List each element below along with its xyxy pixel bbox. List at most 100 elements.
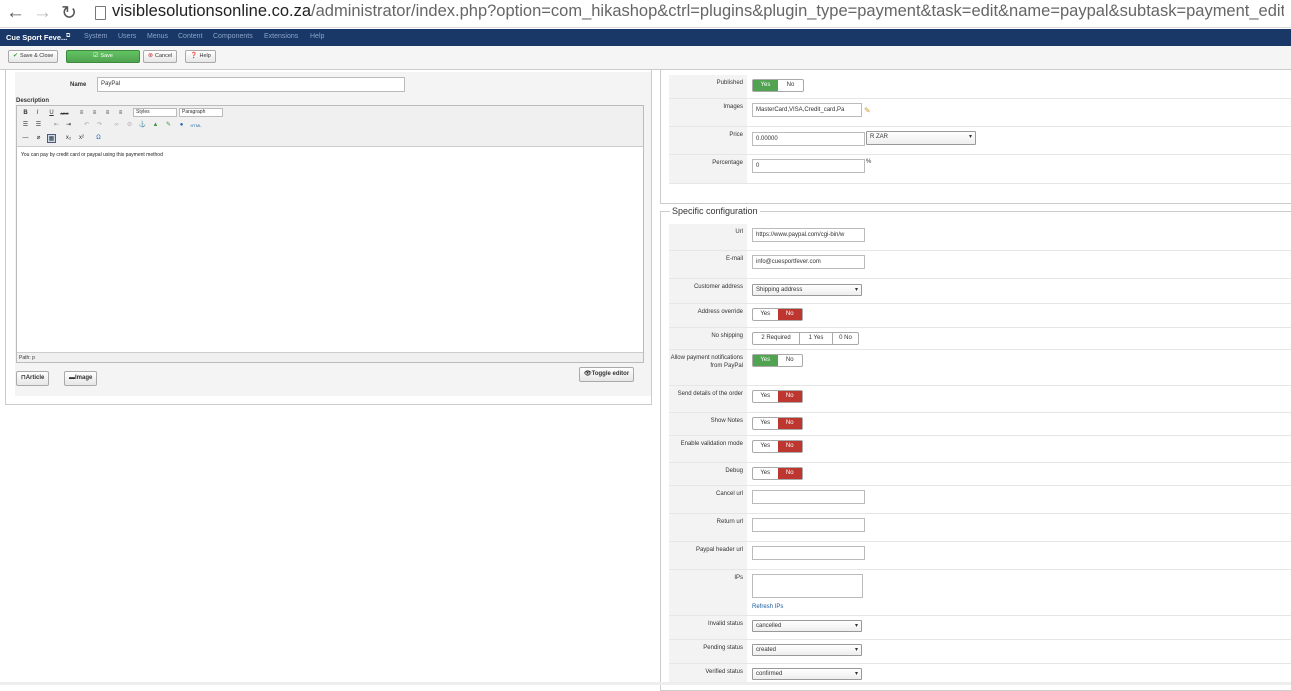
header-url-label: Paypal header url	[669, 542, 747, 569]
enable-validation-label: Enable validation mode	[669, 436, 747, 462]
return-url-input[interactable]	[752, 518, 865, 532]
remove-format-icon[interactable]: ⌀	[34, 134, 43, 143]
row-url: Url https://www.paypal.com/cgi-bin/w	[669, 224, 1291, 251]
ips-textarea[interactable]	[752, 574, 863, 598]
browser-bar: ← → ↻ visiblesolutionsonline.co.za/admin…	[0, 0, 1291, 28]
currency-select[interactable]: R ZAR	[866, 131, 976, 145]
row-ips: IPs Refresh IPs	[669, 570, 1291, 616]
save-button[interactable]: ☑ Save	[66, 50, 140, 63]
no-option[interactable]: No	[778, 355, 803, 366]
yes-option[interactable]: Yes	[753, 80, 778, 91]
edit-images-icon[interactable]: ✎	[864, 106, 871, 115]
row-debug: Debug Yes No	[669, 463, 1291, 486]
images-input[interactable]: MasterCard,VISA,Credit_card,Pa	[752, 103, 862, 117]
article-button[interactable]: ⊓Article	[16, 371, 50, 386]
outdent-icon[interactable]: ⇤	[52, 121, 61, 130]
editor-body[interactable]: You can pay by credit card or paypal usi…	[21, 152, 163, 158]
redo-icon[interactable]: ↷	[95, 121, 104, 130]
bullet-list-icon[interactable]: ☰	[21, 121, 30, 130]
invalid-status-label: Invalid status	[669, 616, 747, 639]
editor-path: Path: p	[17, 352, 643, 362]
align-right-icon[interactable]: ≡	[103, 109, 112, 118]
styles-select[interactable]: Styles	[133, 108, 177, 117]
url-input[interactable]: https://www.paypal.com/cgi-bin/w	[752, 228, 865, 242]
align-left-icon[interactable]: ≡	[77, 109, 86, 118]
no-option[interactable]: No	[777, 391, 802, 402]
row-pending-status: Pending status created	[669, 640, 1291, 664]
show-notes-label: Show Notes	[669, 413, 747, 435]
image-button[interactable]: ▬Image	[64, 371, 98, 386]
yes-option[interactable]: Yes	[753, 355, 778, 366]
italic-icon[interactable]: I	[33, 109, 42, 118]
menu-content[interactable]: Content	[178, 33, 203, 40]
back-icon[interactable]: ←	[6, 2, 25, 24]
article-label: Article	[25, 375, 45, 381]
no-option[interactable]: No	[777, 441, 802, 452]
name-input[interactable]: PayPal	[97, 77, 405, 92]
underline-icon[interactable]: U	[47, 109, 56, 118]
refresh-ips-link[interactable]: Refresh IPs	[752, 604, 863, 610]
subscript-icon[interactable]: x₂	[64, 134, 73, 143]
reload-icon[interactable]: ↻	[61, 2, 77, 25]
yes-option[interactable]: Yes	[753, 418, 778, 429]
row-return-url: Return url	[669, 514, 1291, 542]
undo-icon[interactable]: ↶	[82, 121, 91, 130]
menu-system[interactable]: System	[84, 33, 107, 40]
no-option[interactable]: No	[778, 80, 803, 91]
link-icon[interactable]: ∞	[112, 121, 121, 130]
verified-status-select[interactable]: confirmed	[752, 668, 862, 680]
header-url-input[interactable]	[752, 546, 865, 560]
help-button[interactable]: ❓ Help	[185, 50, 216, 63]
no-option[interactable]: No	[777, 309, 802, 320]
special-char-icon[interactable]: Ω	[94, 134, 103, 143]
indent-icon[interactable]: ⇥	[64, 121, 73, 130]
html-icon[interactable]: HTML	[189, 121, 203, 130]
percentage-input[interactable]: 0	[752, 159, 865, 173]
yes-option[interactable]: Yes	[753, 441, 778, 452]
forward-icon[interactable]: →	[33, 2, 52, 24]
cancel-button[interactable]: ⊗ Cancel	[143, 50, 178, 63]
save-close-label: Save & Close	[20, 53, 54, 59]
bold-icon[interactable]: B	[21, 109, 30, 118]
yes-option[interactable]: Yes	[753, 309, 778, 320]
align-justify-icon[interactable]: ≡	[116, 109, 125, 118]
no-option[interactable]: No	[777, 418, 802, 429]
email-label: E-mail	[669, 251, 747, 278]
no-shipping-no[interactable]: 0 No	[833, 333, 858, 344]
no-option[interactable]: No	[777, 468, 802, 479]
yes-option[interactable]: Yes	[753, 468, 778, 479]
menu-help[interactable]: Help	[310, 33, 324, 40]
unlink-icon[interactable]: ⊘	[125, 121, 134, 130]
toggle-editor-button[interactable]: 👁Toggle editor	[579, 367, 635, 382]
help-circle-icon[interactable]: ●	[177, 121, 186, 130]
numbered-list-icon[interactable]: ☰	[34, 121, 43, 130]
pending-status-select[interactable]: created	[752, 644, 862, 656]
menu-users[interactable]: Users	[118, 33, 136, 40]
save-close-button[interactable]: ✔ Save & Close	[8, 50, 59, 63]
menu-menus[interactable]: Menus	[147, 33, 168, 40]
email-input[interactable]: info@cuesportfever.com	[752, 255, 865, 269]
image-insert-icon[interactable]: ▲	[151, 121, 160, 130]
no-shipping-yes[interactable]: 1 Yes	[800, 333, 833, 344]
menu-extensions[interactable]: Extensions	[264, 33, 298, 40]
invalid-status-select[interactable]: cancelled	[752, 620, 862, 632]
cancel-url-input[interactable]	[752, 490, 865, 504]
menu-components[interactable]: Components	[213, 33, 253, 40]
site-brand[interactable]: Cue Sport Feve...	[6, 33, 67, 42]
published-toggle[interactable]: Yes No	[752, 79, 804, 92]
address-bar[interactable]: visiblesolutionsonline.co.za/administrat…	[94, 2, 1284, 21]
external-link-icon[interactable]: ⧉	[66, 33, 70, 40]
align-center-icon[interactable]: ≡	[90, 109, 99, 118]
price-label: Price	[669, 127, 747, 154]
price-input[interactable]: 0.00000	[752, 132, 865, 146]
hr-icon[interactable]: —	[21, 134, 30, 143]
paragraph-select[interactable]: Paragraph	[179, 108, 223, 117]
cleanup-icon[interactable]: ✎	[164, 121, 173, 130]
strike-icon[interactable]: ABC	[60, 109, 69, 118]
customer-address-select[interactable]: Shipping address	[752, 284, 862, 296]
anchor-icon[interactable]: ⚓	[138, 121, 147, 130]
no-shipping-required[interactable]: 2 Required	[753, 333, 800, 344]
superscript-icon[interactable]: x²	[77, 134, 86, 143]
visual-aid-icon[interactable]: ▦	[47, 134, 56, 143]
yes-option[interactable]: Yes	[753, 391, 778, 402]
